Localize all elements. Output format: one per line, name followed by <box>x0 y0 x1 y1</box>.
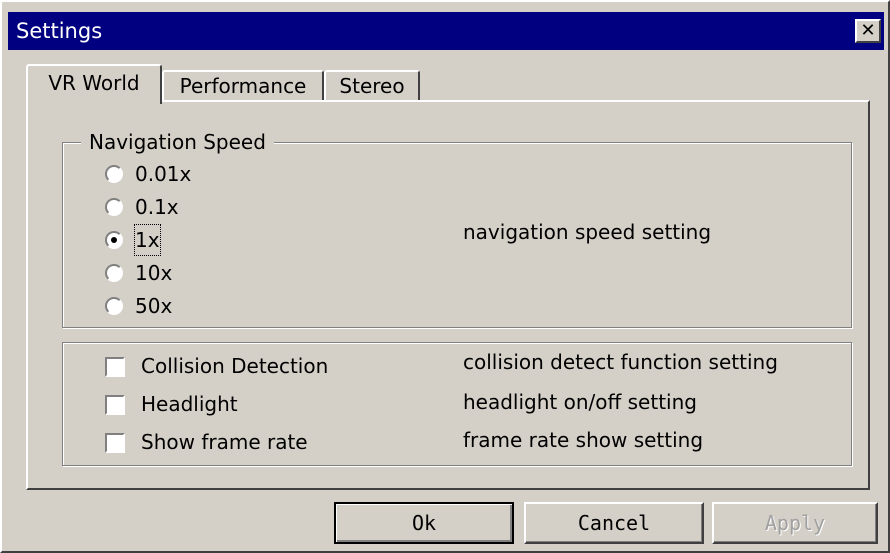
radio-label: 1x <box>134 224 161 256</box>
radio-label: 10x <box>135 261 173 285</box>
radio-button[interactable] <box>105 231 123 249</box>
close-icon: ✕ <box>860 20 876 41</box>
navigation-speed-group: Navigation Speed 0.01x 0.1x 1x 10x 50x n… <box>62 129 852 328</box>
radio-label: 0.01x <box>135 162 192 186</box>
navigation-speed-legend: Navigation Speed <box>81 129 274 155</box>
tab-stereo[interactable]: Stereo <box>324 70 420 100</box>
window-title: Settings <box>16 19 103 43</box>
headlight-description: headlight on/off setting <box>463 390 697 414</box>
options-group: Collision Detection collision detect fun… <box>62 342 852 466</box>
tab-performance[interactable]: Performance <box>162 70 324 100</box>
checkbox-label: Collision Detection <box>141 354 329 378</box>
settings-dialog: Settings ✕ VR World Performance Stereo N… <box>0 0 890 553</box>
radio-button[interactable] <box>105 264 123 282</box>
navigation-speed-description: navigation speed setting <box>463 220 712 244</box>
show-frame-rate-checkbox[interactable] <box>105 433 125 453</box>
radio-selected-dot <box>111 237 117 243</box>
close-button[interactable]: ✕ <box>855 19 881 43</box>
cancel-button[interactable]: Cancel <box>524 502 704 544</box>
title-bar[interactable]: Settings ✕ <box>8 12 884 50</box>
radio-button[interactable] <box>105 165 123 183</box>
radio-label: 0.1x <box>135 195 179 219</box>
checkbox-label: Show frame rate <box>141 430 308 454</box>
collision-detection-description: collision detect function setting <box>463 350 778 374</box>
tab-label: Performance <box>179 74 307 98</box>
show-frame-rate-description: frame rate show setting <box>463 428 704 452</box>
checkbox-label: Headlight <box>141 392 238 416</box>
radio-button[interactable] <box>105 198 123 216</box>
ok-button[interactable]: Ok <box>334 502 514 544</box>
radio-label: 50x <box>135 294 173 318</box>
radio-button[interactable] <box>105 297 123 315</box>
headlight-checkbox[interactable] <box>105 395 125 415</box>
tab-label: VR World <box>48 71 140 95</box>
speed-radio-list: 0.01x 0.1x 1x 10x 50x <box>105 159 305 319</box>
tab-panel-vr-world: Navigation Speed 0.01x 0.1x 1x 10x 50x n… <box>26 100 870 490</box>
tab-label: Stereo <box>339 74 405 98</box>
apply-button[interactable]: Apply <box>712 502 878 544</box>
tab-vr-world[interactable]: VR World <box>26 64 162 104</box>
collision-detection-checkbox[interactable] <box>105 357 125 377</box>
